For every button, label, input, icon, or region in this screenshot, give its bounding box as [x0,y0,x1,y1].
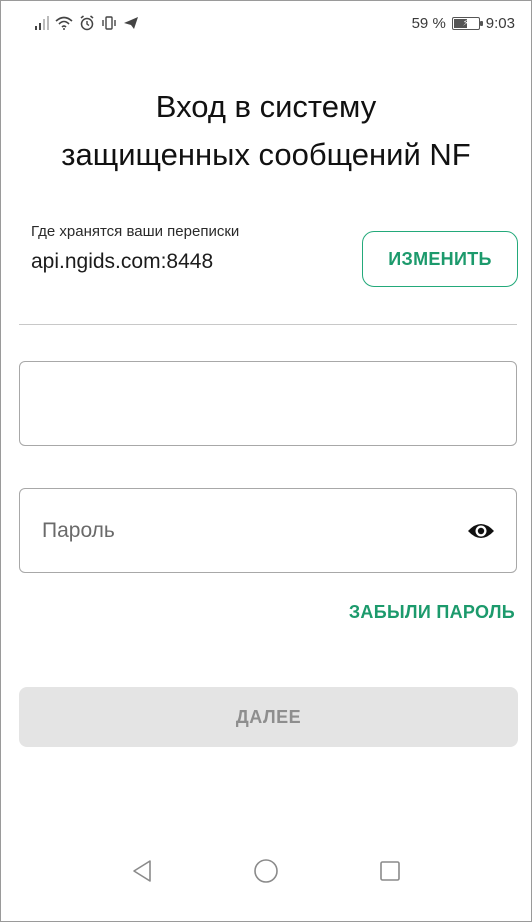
title-line-2: защищенных сообщений NF [61,137,471,172]
password-input[interactable] [42,518,494,543]
login-screen: 59 % ⚡ 9:03 Вход в систему защищенных со… [0,0,532,922]
show-password-icon[interactable] [466,520,496,542]
login-field[interactable] [19,361,517,446]
status-time: 9:03 [485,14,515,32]
battery-percent: 59 % [411,14,446,32]
divider [19,324,517,325]
signal-icon [35,16,49,30]
navigation-bar [1,841,531,901]
page-title: Вход в систему защищенных сообщений NF [1,83,531,179]
telegram-icon [123,16,139,30]
login-input[interactable] [42,391,494,416]
charging-icon: ⚡ [462,17,469,28]
wifi-icon [55,16,73,30]
change-server-button[interactable]: ИЗМЕНИТЬ [362,231,518,287]
title-line-1: Вход в систему [155,89,377,124]
server-caption: Где хранятся ваши переписки [31,223,240,240]
status-bar: 59 % ⚡ 9:03 [1,1,531,45]
home-icon[interactable] [251,856,281,886]
recents-icon[interactable] [375,856,405,886]
vibrate-icon [101,16,117,30]
status-right: 59 % ⚡ 9:03 [412,15,515,32]
forgot-password-link[interactable]: ЗАБЫЛИ ПАРОЛЬ [349,602,515,623]
back-icon[interactable] [127,856,157,886]
alarm-icon [79,15,95,31]
next-button[interactable]: ДАЛЕЕ [19,687,518,747]
status-icons [35,15,139,31]
battery-icon: ⚡ [451,16,483,30]
server-address: api.ngids.com:8448 [31,250,214,273]
password-field[interactable] [19,488,517,573]
